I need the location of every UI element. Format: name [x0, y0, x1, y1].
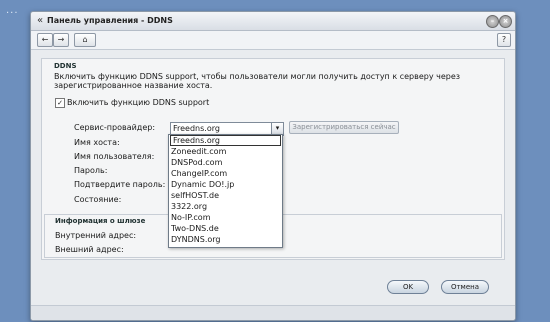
status-label: Состояние:	[74, 195, 122, 204]
dropdown-option[interactable]: No-IP.com	[169, 212, 282, 223]
ddns-window: « Панель управления - DDNS – × ← → ⌂ ? D…	[30, 11, 516, 321]
dropdown-option[interactable]: Freedns.org	[170, 135, 281, 146]
enable-ddns-label: Включить функцию DDNS support	[67, 98, 210, 107]
confirm-password-label: Подтвердите пароль:	[74, 180, 166, 189]
window-titlebar[interactable]: « Панель управления - DDNS – ×	[31, 12, 515, 31]
back-button[interactable]: ←	[37, 33, 53, 47]
help-button[interactable]: ?	[497, 33, 511, 47]
internal-address-label: Внутренний адрес:	[55, 231, 137, 240]
ddns-section-title: DDNS	[54, 62, 77, 70]
ddns-settings-panel: DDNS Включить функцию DDNS support, чтоб…	[41, 58, 505, 260]
cancel-button[interactable]: Отмена	[441, 280, 489, 294]
ddns-description: Включить функцию DDNS support, чтобы пол…	[54, 72, 460, 90]
close-button[interactable]: ×	[499, 15, 512, 28]
dropdown-option[interactable]: 3322.org	[169, 201, 282, 212]
toolbar: ← → ⌂ ?	[31, 31, 515, 50]
dropdown-option[interactable]: DNSPod.com	[169, 157, 282, 168]
dropdown-option[interactable]: ChangeIP.com	[169, 168, 282, 179]
enable-ddns-checkbox[interactable]: ✓	[55, 98, 65, 108]
window-status-bar	[31, 305, 515, 320]
window-title: Панель управления - DDNS	[47, 16, 173, 25]
collapse-chevron-icon[interactable]: «	[37, 15, 43, 26]
password-label: Пароль:	[74, 166, 108, 175]
home-button[interactable]: ⌂	[74, 33, 96, 47]
dropdown-option[interactable]: selfHOST.de	[169, 190, 282, 201]
provider-dropdown-list: Freedns.org Zoneedit.com DNSPod.com Chan…	[168, 134, 283, 248]
username-label: Имя пользователя:	[74, 152, 155, 161]
gateway-section-title: Информация о шлюзе	[55, 217, 146, 225]
hostname-label: Имя хоста:	[74, 138, 120, 147]
dropdown-option[interactable]: Dynamic DO!.jp	[169, 179, 282, 190]
register-now-button[interactable]: Зарегистрироваться сейчас	[289, 121, 399, 134]
ok-button[interactable]: OK	[387, 280, 429, 294]
dropdown-option[interactable]: Zoneedit.com	[169, 146, 282, 157]
desktop-menu-icon[interactable]: ···	[6, 8, 19, 19]
external-address-label: Внешний адрес:	[55, 245, 124, 254]
provider-label: Сервис-провайдер:	[74, 123, 156, 132]
forward-button[interactable]: →	[53, 33, 69, 47]
dropdown-option[interactable]: Two-DNS.de	[169, 223, 282, 234]
dropdown-option[interactable]: DYNDNS.org	[169, 234, 282, 245]
minimize-button[interactable]: –	[486, 15, 499, 28]
